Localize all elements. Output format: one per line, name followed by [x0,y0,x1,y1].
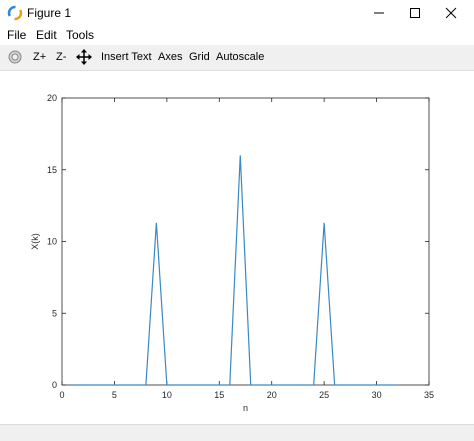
menu-tools[interactable]: Tools [66,28,94,42]
x-tick-label: 10 [162,390,172,400]
zoom-in-button[interactable]: Z+ [33,50,46,64]
maximize-button[interactable] [398,0,432,26]
minimize-button[interactable] [362,0,396,26]
maximize-icon [410,8,420,18]
menu-edit[interactable]: Edit [36,28,57,42]
axes-box [61,97,430,386]
menu-bar: File Edit Tools [0,26,474,44]
axes-button[interactable]: Axes [158,50,182,64]
close-icon [445,7,457,19]
y-tick-label: 0 [52,380,57,390]
x-tick-label: 25 [319,390,329,400]
grid-button[interactable]: Grid [189,50,210,64]
x-tick-label: 35 [424,390,434,400]
plot-area: 0 5 10 15 20 25 30 35 0 5 10 15 20 n X(k) [0,72,474,422]
y-tick-label: 5 [52,308,57,318]
y-axis-label: X(k) [30,233,40,250]
autoscale-button[interactable]: Autoscale [216,50,264,64]
y-tick-label: 10 [47,237,57,247]
window-title: Figure 1 [27,6,72,20]
line-chart: 0 5 10 15 20 25 30 35 0 5 10 15 20 n X(k) [30,93,434,413]
title-bar: Figure 1 [0,0,474,26]
pan-arrows-icon[interactable] [76,49,92,65]
x-axis-label: n [243,403,248,413]
figure-window: Figure 1 File Edit Tools Z+ Z- Insert Te… [0,0,474,441]
x-tick-label: 0 [59,390,64,400]
menu-file[interactable]: File [7,28,26,42]
rotate-icon[interactable] [7,49,23,65]
insert-text-button[interactable]: Insert Text [101,50,152,64]
zoom-out-button[interactable]: Z- [56,50,66,64]
minimize-icon [374,12,384,14]
figure-toolbar: Z+ Z- Insert Text Axes Grid Autoscale [0,45,474,71]
y-tick-label: 20 [47,93,57,103]
close-button[interactable] [434,0,468,26]
x-tick-label: 20 [267,390,277,400]
x-tick-label: 30 [372,390,382,400]
status-bar [0,424,474,441]
x-tick-label: 15 [214,390,224,400]
y-tick-label: 15 [47,165,57,175]
octave-app-icon [7,5,23,21]
x-tick-label: 5 [112,390,117,400]
